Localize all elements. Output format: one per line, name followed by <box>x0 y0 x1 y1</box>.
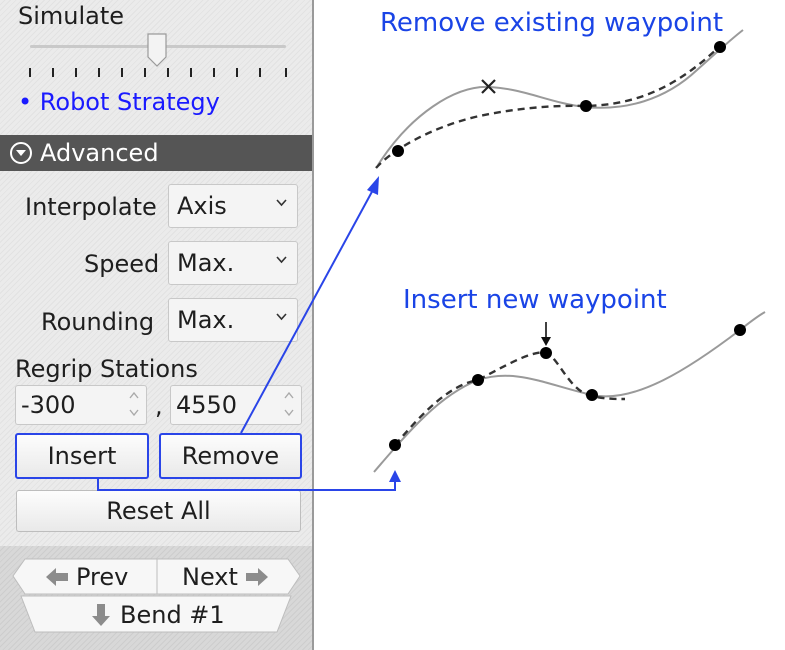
waypoint <box>392 145 404 157</box>
insert-waypoint-diagram <box>373 311 766 473</box>
insert-connector-arrow <box>97 478 396 491</box>
waypoint <box>714 41 726 53</box>
arrow-head-icon <box>367 176 379 195</box>
waypoint <box>734 324 746 336</box>
remove-connector-arrow <box>240 187 375 434</box>
waypoint <box>389 439 401 451</box>
waypoint <box>586 389 598 401</box>
inserted-waypoint <box>540 347 552 359</box>
original-path <box>373 311 766 473</box>
arrow-head-icon <box>389 470 401 482</box>
remove-waypoint-diagram <box>375 29 744 169</box>
waypoint <box>472 374 484 386</box>
original-path <box>377 29 744 166</box>
pointer-arrow-icon <box>541 322 551 346</box>
new-path <box>375 45 721 169</box>
waypoint-diagrams <box>97 29 766 491</box>
waypoint <box>580 100 592 112</box>
